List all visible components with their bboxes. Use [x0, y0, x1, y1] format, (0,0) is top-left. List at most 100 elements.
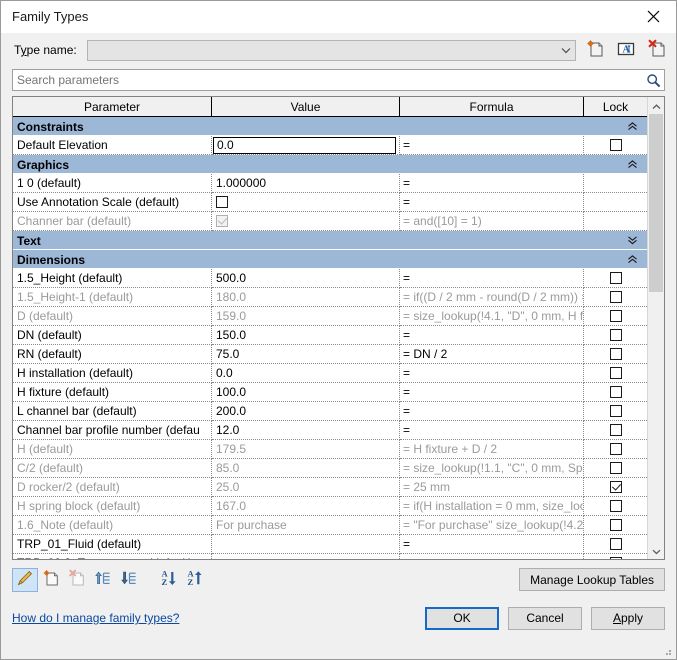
cell-lock[interactable]	[584, 554, 647, 559]
lock-checkbox[interactable]	[609, 424, 622, 436]
value-checkbox[interactable]	[216, 196, 228, 208]
cell-parameter-name[interactable]: H installation (default)	[13, 364, 212, 383]
lock-checkbox[interactable]	[609, 405, 622, 417]
group-header-row[interactable]: Graphics	[13, 155, 647, 174]
help-link[interactable]: How do I manage family types?	[12, 611, 179, 625]
cell-lock[interactable]	[584, 440, 647, 459]
cell-formula[interactable]: = if(H installation = 0 mm, size_look	[400, 497, 584, 516]
scrollbar-thumb[interactable]	[649, 114, 663, 292]
cell-value[interactable]: 75.0	[212, 345, 400, 364]
table-row[interactable]: 1.5_Height-1 (default) 180.0 = if((D / 2 m…	[13, 288, 647, 307]
cell-formula[interactable]: = size_lookup(!1.1, "C", 0 mm, Spring	[400, 459, 584, 478]
cell-formula[interactable]: =	[400, 269, 584, 288]
cell-parameter-name[interactable]: H (default)	[13, 440, 212, 459]
cell-lock[interactable]	[584, 345, 647, 364]
cell-formula[interactable]: =	[400, 554, 584, 559]
cell-parameter-name[interactable]: H spring block (default)	[13, 497, 212, 516]
table-row[interactable]: D (default) 159.0 = size_lookup(!4.1, "D",…	[13, 307, 647, 326]
cell-value[interactable]: 0.0	[212, 364, 400, 383]
lock-checkbox[interactable]	[609, 272, 622, 284]
group-header-row[interactable]: Text	[13, 231, 647, 250]
cell-value[interactable]: 12.0	[212, 421, 400, 440]
cell-lock[interactable]	[584, 174, 647, 193]
cell-lock[interactable]	[584, 497, 647, 516]
cell-parameter-name[interactable]: DN (default)	[13, 326, 212, 345]
cell-formula[interactable]: =	[400, 193, 584, 212]
table-row[interactable]: 1.5_Height (default) 500.0 =	[13, 269, 647, 288]
table-row[interactable]: H installation (default) 0.0 =	[13, 364, 647, 383]
cell-formula[interactable]: =	[400, 174, 584, 193]
chevron-double-up-icon[interactable]	[617, 250, 647, 269]
cell-lock[interactable]	[584, 402, 647, 421]
cell-lock[interactable]	[584, 364, 647, 383]
cell-formula[interactable]: =	[400, 421, 584, 440]
cell-formula[interactable]: = size_lookup(!4.1, "D", 0 mm, H fixt	[400, 307, 584, 326]
cell-formula[interactable]: = H fixture + D / 2	[400, 440, 584, 459]
table-row[interactable]: DN (default) 150.0 =	[13, 326, 647, 345]
delete-type-button[interactable]	[646, 39, 668, 61]
manage-lookup-tables-button[interactable]: Mana g e Lookup Tables	[519, 568, 665, 591]
cell-value[interactable]: 0.0	[212, 136, 400, 155]
cell-formula[interactable]: =	[400, 383, 584, 402]
edit-parameter-button[interactable]	[12, 567, 38, 592]
table-row[interactable]: D rocker/2 (default) 25.0 = 25 mm	[13, 478, 647, 497]
cell-lock[interactable]	[584, 307, 647, 326]
cell-value[interactable]: 180.0	[212, 288, 400, 307]
cell-parameter-name[interactable]: D (default)	[13, 307, 212, 326]
cell-value[interactable]: 25.0	[212, 478, 400, 497]
table-row[interactable]: 1 0 (default) 1.000000 =	[13, 174, 647, 193]
table-row[interactable]: 1.6_Note (default) For purchase = "For pur…	[13, 516, 647, 535]
new-parameter-button[interactable]	[38, 568, 64, 592]
delete-parameter-button[interactable]	[64, 568, 90, 592]
cell-value[interactable]: 159.0	[212, 307, 400, 326]
cell-parameter-name[interactable]: L channel bar (default)	[13, 402, 212, 421]
sort-descending-button[interactable]: A Z	[156, 568, 182, 592]
close-button[interactable]	[631, 2, 676, 32]
value-edit-input[interactable]: 0.0	[213, 136, 396, 154]
cell-value[interactable]	[212, 193, 400, 212]
move-down-button[interactable]	[116, 568, 142, 592]
cell-parameter-name[interactable]: Default Elevation	[13, 136, 212, 155]
scroll-down-button[interactable]	[648, 542, 664, 559]
cell-parameter-name[interactable]: RN (default)	[13, 345, 212, 364]
cell-formula[interactable]: = 25 mm	[400, 478, 584, 497]
lock-checkbox[interactable]	[609, 367, 622, 379]
cell-parameter-name[interactable]: TRP_01_Fluid (default)	[13, 535, 212, 554]
cell-lock[interactable]	[584, 383, 647, 402]
cell-formula[interactable]: = and([10] = 1)	[400, 212, 584, 231]
lock-checkbox[interactable]	[609, 557, 622, 559]
cell-formula[interactable]: = if((D / 2 mm - round(D / 2 mm)) =	[400, 288, 584, 307]
move-up-button[interactable]	[90, 568, 116, 592]
cell-value[interactable]: 179.5	[212, 440, 400, 459]
cell-value[interactable]	[212, 212, 400, 231]
type-name-combo[interactable]	[86, 39, 576, 61]
cell-parameter-name[interactable]: 1.5_Height-1 (default)	[13, 288, 212, 307]
scroll-up-button[interactable]	[648, 97, 664, 114]
cell-formula[interactable]: = "For purchase" size_lookup(!4.2	[400, 516, 584, 535]
cell-formula[interactable]: =	[400, 326, 584, 345]
column-header-formula[interactable]: Formula	[400, 97, 584, 116]
lock-checkbox[interactable]	[609, 348, 622, 360]
chevron-double-up-icon[interactable]	[617, 155, 647, 174]
cell-formula[interactable]: =	[400, 136, 584, 155]
cell-lock[interactable]	[584, 269, 647, 288]
cell-parameter-name[interactable]: D rocker/2 (default)	[13, 478, 212, 497]
cell-lock[interactable]	[584, 478, 647, 497]
lock-checkbox[interactable]	[609, 481, 622, 493]
table-row[interactable]: TRP_01_Fluid (default) =	[13, 535, 647, 554]
grid-vertical-scrollbar[interactable]	[647, 97, 664, 559]
cell-lock[interactable]	[584, 288, 647, 307]
group-header-row[interactable]: Dimensions	[13, 250, 647, 269]
search-input[interactable]	[13, 72, 642, 88]
cell-formula[interactable]: =	[400, 364, 584, 383]
table-row[interactable]: RN (default) 75.0 = DN / 2	[13, 345, 647, 364]
table-row[interactable]: TRP_02.2_Temperature (default) =	[13, 554, 647, 559]
cell-parameter-name[interactable]: C/2 (default)	[13, 459, 212, 478]
cell-value[interactable]	[212, 535, 400, 554]
cell-parameter-name[interactable]: H fixture (default)	[13, 383, 212, 402]
table-row[interactable]: Default Elevation 0.0 =	[13, 136, 647, 155]
column-header-value[interactable]: Value	[212, 97, 400, 116]
cell-lock[interactable]	[584, 535, 647, 554]
cell-lock[interactable]	[584, 193, 647, 212]
lock-checkbox[interactable]	[609, 291, 622, 303]
